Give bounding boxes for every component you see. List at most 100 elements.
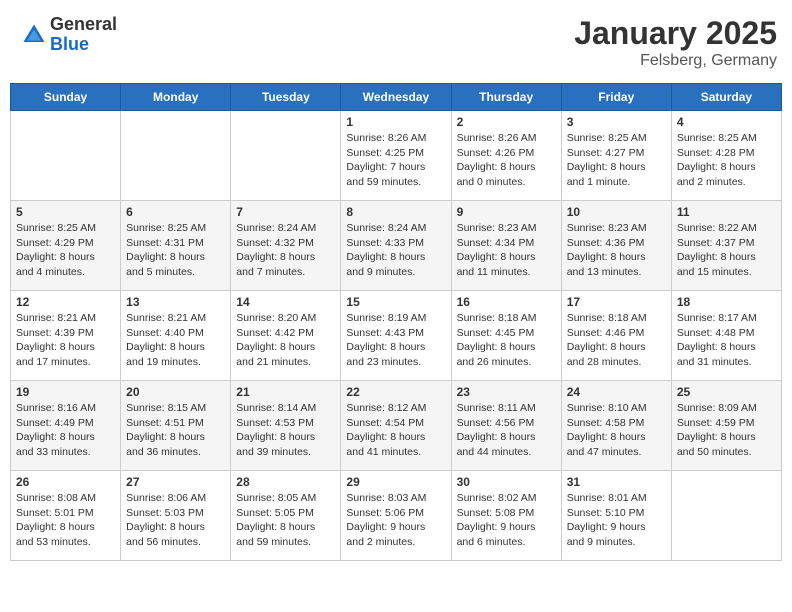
calendar-cell: [11, 111, 121, 201]
day-info: Sunrise: 8:06 AMSunset: 5:03 PMDaylight:…: [126, 491, 225, 550]
day-info: Sunrise: 8:23 AMSunset: 4:34 PMDaylight:…: [457, 221, 556, 280]
calendar-cell: 12 Sunrise: 8:21 AMSunset: 4:39 PMDayligh…: [11, 291, 121, 381]
calendar-cell: 6 Sunrise: 8:25 AMSunset: 4:31 PMDaylight…: [121, 201, 231, 291]
calendar-cell: 23 Sunrise: 8:11 AMSunset: 4:56 PMDayligh…: [451, 381, 561, 471]
calendar-week-row: 5 Sunrise: 8:25 AMSunset: 4:29 PMDaylight…: [11, 201, 782, 291]
day-number: 21: [236, 385, 335, 399]
day-number: 1: [346, 115, 445, 129]
calendar-cell: 18 Sunrise: 8:17 AMSunset: 4:48 PMDayligh…: [671, 291, 781, 381]
day-number: 2: [457, 115, 556, 129]
day-info: Sunrise: 8:23 AMSunset: 4:36 PMDaylight:…: [567, 221, 666, 280]
day-number: 13: [126, 295, 225, 309]
header-row: SundayMondayTuesdayWednesdayThursdayFrid…: [11, 84, 782, 111]
day-number: 12: [16, 295, 115, 309]
calendar-cell: 19 Sunrise: 8:16 AMSunset: 4:49 PMDayligh…: [11, 381, 121, 471]
day-info: Sunrise: 8:16 AMSunset: 4:49 PMDaylight:…: [16, 401, 115, 460]
calendar-week-row: 1 Sunrise: 8:26 AMSunset: 4:25 PMDaylight…: [11, 111, 782, 201]
day-info: Sunrise: 8:05 AMSunset: 5:05 PMDaylight:…: [236, 491, 335, 550]
day-number: 28: [236, 475, 335, 489]
day-number: 7: [236, 205, 335, 219]
calendar-cell: 5 Sunrise: 8:25 AMSunset: 4:29 PMDaylight…: [11, 201, 121, 291]
calendar-table: SundayMondayTuesdayWednesdayThursdayFrid…: [10, 83, 782, 561]
day-info: Sunrise: 8:12 AMSunset: 4:54 PMDaylight:…: [346, 401, 445, 460]
calendar-cell: 17Sunrise: 8:18 AMSunset: 4:46 PMDayligh…: [561, 291, 671, 381]
calendar-week-row: 12 Sunrise: 8:21 AMSunset: 4:39 PMDayligh…: [11, 291, 782, 381]
calendar-cell: 11 Sunrise: 8:22 AMSunset: 4:37 PMDayligh…: [671, 201, 781, 291]
day-info: Sunrise: 8:02 AMSunset: 5:08 PMDaylight:…: [457, 491, 556, 550]
calendar-cell: 20Sunrise: 8:15 AMSunset: 4:51 PMDayligh…: [121, 381, 231, 471]
day-number: 16: [457, 295, 556, 309]
day-info: Sunrise: 8:10 AMSunset: 4:58 PMDaylight:…: [567, 401, 666, 460]
day-number: 9: [457, 205, 556, 219]
calendar-cell: 26Sunrise: 8:08 AMSunset: 5:01 PMDayligh…: [11, 471, 121, 561]
day-info: Sunrise: 8:21 AMSunset: 4:39 PMDaylight:…: [16, 311, 115, 370]
day-number: 8: [346, 205, 445, 219]
day-number: 27: [126, 475, 225, 489]
calendar-cell: 4Sunrise: 8:25 AMSunset: 4:28 PMDaylight…: [671, 111, 781, 201]
calendar-cell: [231, 111, 341, 201]
calendar-cell: 15 Sunrise: 8:19 AMSunset: 4:43 PMDayligh…: [341, 291, 451, 381]
day-number: 25: [677, 385, 776, 399]
day-info: Sunrise: 8:09 AMSunset: 4:59 PMDaylight:…: [677, 401, 776, 460]
day-info: Sunrise: 8:24 AMSunset: 4:32 PMDaylight:…: [236, 221, 335, 280]
calendar-cell: 21 Sunrise: 8:14 AMSunset: 4:53 PMDayligh…: [231, 381, 341, 471]
day-info: Sunrise: 8:25 AMSunset: 4:31 PMDaylight:…: [126, 221, 225, 280]
calendar-week-row: 26Sunrise: 8:08 AMSunset: 5:01 PMDayligh…: [11, 471, 782, 561]
day-info: Sunrise: 8:18 AMSunset: 4:45 PMDaylight:…: [457, 311, 556, 370]
day-number: 19: [16, 385, 115, 399]
title-block: January 2025 Felsberg, Germany: [574, 15, 777, 70]
calendar-cell: 27 Sunrise: 8:06 AMSunset: 5:03 PMDayligh…: [121, 471, 231, 561]
day-info: Sunrise: 8:25 AMSunset: 4:29 PMDaylight:…: [16, 221, 115, 280]
day-number: 30: [457, 475, 556, 489]
calendar-cell: 2 Sunrise: 8:26 AMSunset: 4:26 PMDaylight…: [451, 111, 561, 201]
day-number: 22: [346, 385, 445, 399]
day-info: Sunrise: 8:22 AMSunset: 4:37 PMDaylight:…: [677, 221, 776, 280]
calendar-cell: 9 Sunrise: 8:23 AMSunset: 4:34 PMDaylight…: [451, 201, 561, 291]
calendar-cell: [121, 111, 231, 201]
calendar-cell: 10 Sunrise: 8:23 AMSunset: 4:36 PMDayligh…: [561, 201, 671, 291]
logo: General Blue: [20, 15, 117, 55]
day-info: Sunrise: 8:21 AMSunset: 4:40 PMDaylight:…: [126, 311, 225, 370]
day-number: 29: [346, 475, 445, 489]
day-number: 15: [346, 295, 445, 309]
day-info: Sunrise: 8:18 AMSunset: 4:46 PMDaylight:…: [567, 311, 666, 370]
calendar-cell: 7 Sunrise: 8:24 AMSunset: 4:32 PMDaylight…: [231, 201, 341, 291]
page-header: General Blue January 2025 Felsberg, Germ…: [10, 10, 782, 75]
month-title: January 2025: [574, 15, 777, 52]
day-info: Sunrise: 8:01 AMSunset: 5:10 PMDaylight:…: [567, 491, 666, 550]
calendar-cell: 8 Sunrise: 8:24 AMSunset: 4:33 PMDaylight…: [341, 201, 451, 291]
day-info: Sunrise: 8:17 AMSunset: 4:48 PMDaylight:…: [677, 311, 776, 370]
weekday-header: Monday: [121, 84, 231, 111]
day-info: Sunrise: 8:14 AMSunset: 4:53 PMDaylight:…: [236, 401, 335, 460]
day-number: 14: [236, 295, 335, 309]
day-number: 5: [16, 205, 115, 219]
day-info: Sunrise: 8:25 AMSunset: 4:28 PMDaylight:…: [677, 131, 776, 190]
day-number: 11: [677, 205, 776, 219]
calendar-cell: [671, 471, 781, 561]
calendar-cell: 13 Sunrise: 8:21 AMSunset: 4:40 PMDayligh…: [121, 291, 231, 381]
day-info: Sunrise: 8:26 AMSunset: 4:26 PMDaylight:…: [457, 131, 556, 190]
day-info: Sunrise: 8:20 AMSunset: 4:42 PMDaylight:…: [236, 311, 335, 370]
day-info: Sunrise: 8:24 AMSunset: 4:33 PMDaylight:…: [346, 221, 445, 280]
logo-text: General Blue: [50, 15, 117, 55]
day-number: 18: [677, 295, 776, 309]
day-number: 31: [567, 475, 666, 489]
day-info: Sunrise: 8:19 AMSunset: 4:43 PMDaylight:…: [346, 311, 445, 370]
calendar-cell: 24 Sunrise: 8:10 AMSunset: 4:58 PMDayligh…: [561, 381, 671, 471]
calendar-cell: 1 Sunrise: 8:26 AMSunset: 4:25 PMDaylight…: [341, 111, 451, 201]
day-info: Sunrise: 8:26 AMSunset: 4:25 PMDaylight:…: [346, 131, 445, 190]
day-number: 6: [126, 205, 225, 219]
day-number: 24: [567, 385, 666, 399]
day-info: Sunrise: 8:25 AMSunset: 4:27 PMDaylight:…: [567, 131, 666, 190]
calendar-cell: 28 Sunrise: 8:05 AMSunset: 5:05 PMDayligh…: [231, 471, 341, 561]
weekday-header: Thursday: [451, 84, 561, 111]
calendar-cell: 31 Sunrise: 8:01 AMSunset: 5:10 PMDayligh…: [561, 471, 671, 561]
calendar-cell: 29Sunrise: 8:03 AMSunset: 5:06 PMDayligh…: [341, 471, 451, 561]
day-number: 10: [567, 205, 666, 219]
logo-blue-text: Blue: [50, 35, 117, 55]
calendar-cell: 25 Sunrise: 8:09 AMSunset: 4:59 PMDayligh…: [671, 381, 781, 471]
calendar-cell: 3Sunrise: 8:25 AMSunset: 4:27 PMDaylight…: [561, 111, 671, 201]
day-number: 23: [457, 385, 556, 399]
day-info: Sunrise: 8:11 AMSunset: 4:56 PMDaylight:…: [457, 401, 556, 460]
day-number: 20: [126, 385, 225, 399]
